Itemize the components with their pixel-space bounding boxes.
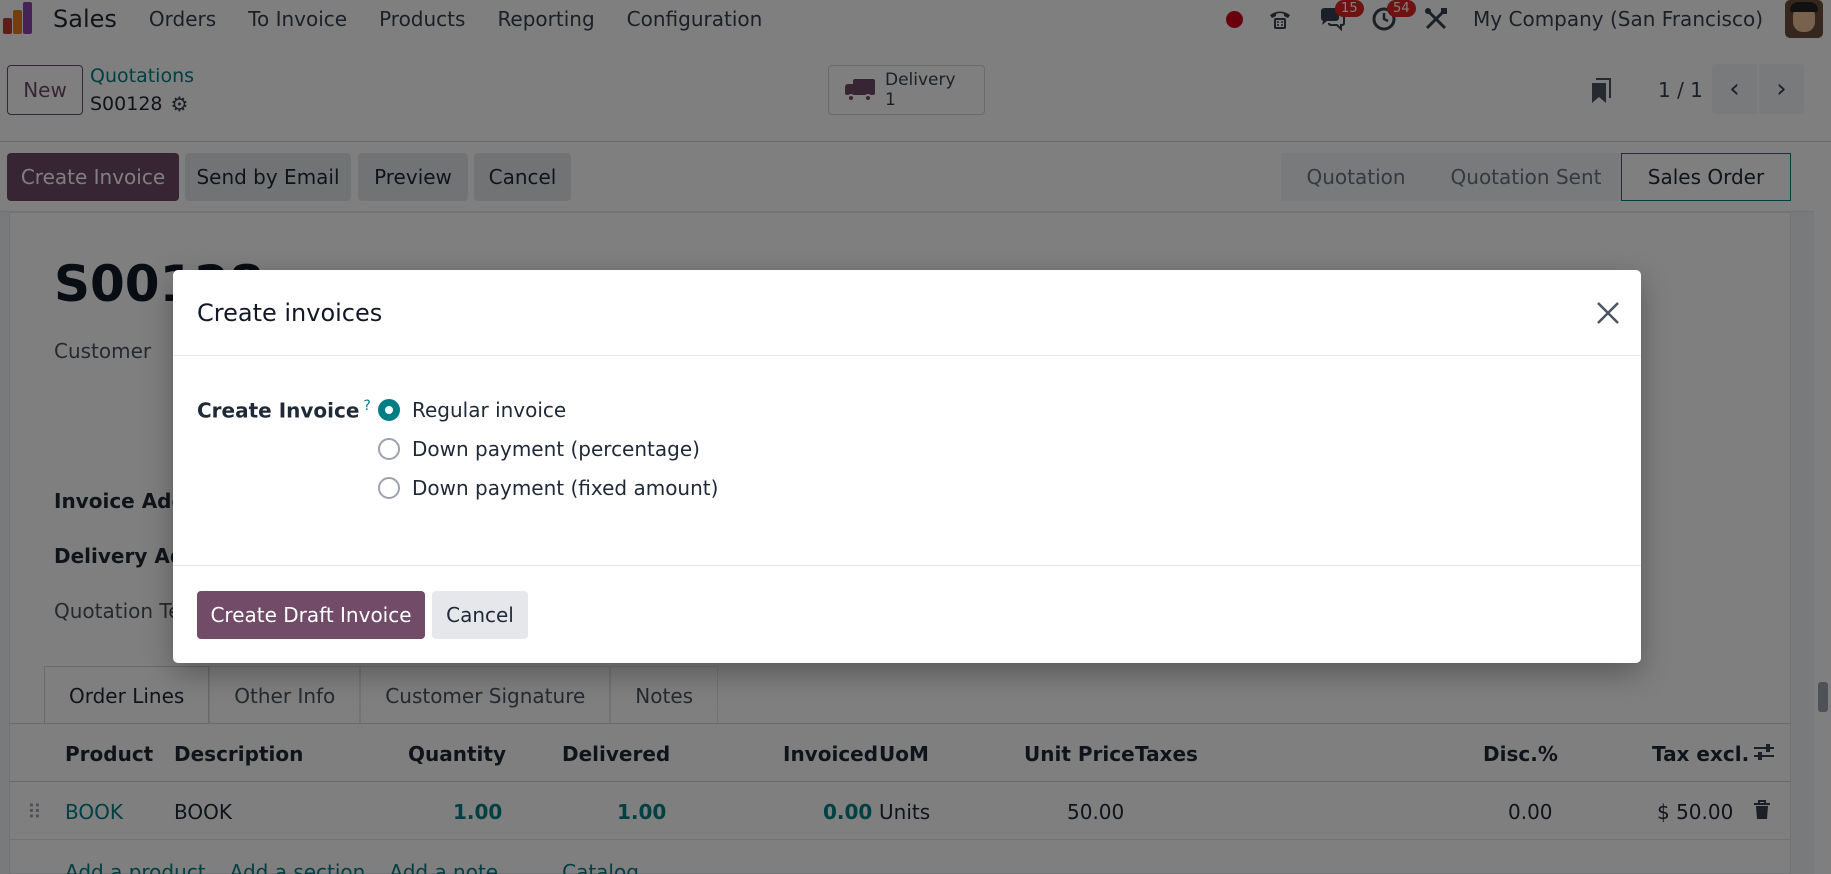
dialog-title: Create invoices [197,299,383,327]
radio-down-payment-percentage[interactable]: Down payment (percentage) [378,437,700,461]
dialog-body: Create Invoice? Regular invoice Down pay… [173,356,1641,576]
dialog-header: Create invoices [173,270,1641,356]
radio-label-percentage[interactable]: Down payment (percentage) [412,437,700,461]
dialog-footer: Create Draft Invoice Cancel [173,565,1641,663]
close-icon[interactable] [1593,298,1623,328]
create-invoice-field-label: Create Invoice? [197,398,371,423]
create-draft-invoice-button[interactable]: Create Draft Invoice [197,591,425,639]
radio-button[interactable] [378,438,400,460]
radio-label-regular[interactable]: Regular invoice [412,398,566,422]
radio-label-fixed[interactable]: Down payment (fixed amount) [412,476,718,500]
help-tooltip-icon[interactable]: ? [363,398,370,414]
radio-regular-invoice[interactable]: Regular invoice [378,398,566,422]
dialog-cancel-button[interactable]: Cancel [432,591,528,639]
radio-button-checked[interactable] [378,399,400,421]
radio-down-payment-fixed[interactable]: Down payment (fixed amount) [378,476,718,500]
radio-button[interactable] [378,477,400,499]
create-invoices-dialog: Create invoices Create Invoice? Regular … [173,270,1641,663]
